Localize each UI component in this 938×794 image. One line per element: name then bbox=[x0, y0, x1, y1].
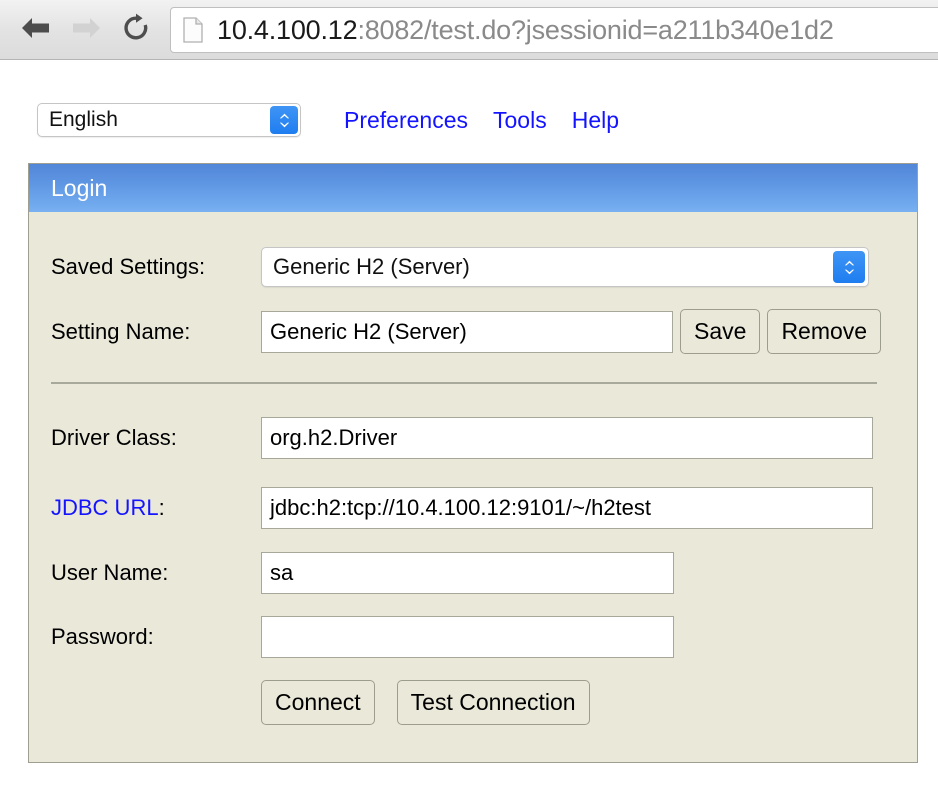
row-action-buttons: Connect Test Connection bbox=[261, 680, 590, 725]
jdbc-url-label-colon: : bbox=[158, 495, 165, 520]
row-saved-settings: Saved Settings: Generic H2 (Server) bbox=[51, 247, 869, 287]
chevron-up-icon bbox=[844, 260, 854, 265]
language-select[interactable]: English bbox=[37, 103, 301, 137]
row-password: Password: bbox=[51, 616, 674, 658]
password-input[interactable] bbox=[261, 616, 674, 658]
page-content: English Preferences Tools Help Login Sav… bbox=[0, 60, 938, 794]
chevron-down-icon bbox=[279, 122, 289, 127]
connect-button[interactable]: Connect bbox=[261, 680, 375, 725]
browser-chrome: 10.4.100.12:8082/test.do?jsessionid=a211… bbox=[0, 0, 938, 60]
back-button[interactable] bbox=[14, 9, 58, 51]
login-panel: Login Saved Settings: Generic H2 (Server… bbox=[28, 163, 918, 763]
reload-button[interactable] bbox=[114, 9, 158, 51]
remove-button[interactable]: Remove bbox=[767, 309, 882, 354]
setting-name-input[interactable]: Generic H2 (Server) bbox=[261, 310, 673, 353]
forward-button bbox=[64, 9, 108, 51]
link-help[interactable]: Help bbox=[572, 107, 619, 134]
link-preferences[interactable]: Preferences bbox=[344, 107, 468, 134]
saved-settings-label: Saved Settings: bbox=[51, 254, 206, 279]
language-select-value: English bbox=[49, 108, 118, 131]
url-bar[interactable]: 10.4.100.12:8082/test.do?jsessionid=a211… bbox=[170, 7, 938, 53]
saved-settings-select[interactable]: Generic H2 (Server) bbox=[261, 247, 869, 287]
chevron-down-icon bbox=[844, 269, 854, 274]
url-path: :8082/test.do?jsessionid=a211b340e1d2 bbox=[357, 14, 834, 45]
toolbar-links: Preferences Tools Help bbox=[344, 107, 619, 134]
user-name-label: User Name: bbox=[51, 560, 169, 585]
row-driver-class: Driver Class: org.h2.Driver bbox=[51, 417, 873, 459]
chevron-up-icon bbox=[279, 113, 289, 118]
test-connection-button[interactable]: Test Connection bbox=[396, 680, 590, 725]
driver-class-input[interactable]: org.h2.Driver bbox=[261, 417, 873, 459]
forward-arrow-icon bbox=[69, 15, 103, 46]
url-host: 10.4.100.12 bbox=[217, 14, 358, 45]
row-user-name: User Name: sa bbox=[51, 552, 674, 594]
row-jdbc-url: JDBC URL: jdbc:h2:tcp://10.4.100.12:9101… bbox=[51, 487, 873, 529]
browser-nav-buttons bbox=[14, 9, 158, 51]
save-button[interactable]: Save bbox=[680, 309, 761, 354]
jdbc-url-label[interactable]: JDBC URL: bbox=[51, 495, 261, 521]
saved-settings-stepper-arrows[interactable] bbox=[833, 251, 865, 283]
saved-settings-value: Generic H2 (Server) bbox=[273, 254, 470, 279]
url-text: 10.4.100.12:8082/test.do?jsessionid=a211… bbox=[217, 15, 834, 46]
page-toolbar: English Preferences Tools Help bbox=[37, 103, 619, 137]
section-divider bbox=[51, 382, 877, 384]
driver-class-label: Driver Class: bbox=[51, 425, 177, 450]
setting-name-label: Setting Name: bbox=[51, 318, 191, 344]
panel-title: Login bbox=[51, 174, 108, 201]
select-stepper-arrows[interactable] bbox=[270, 106, 298, 134]
reload-icon bbox=[121, 13, 151, 48]
back-arrow-icon bbox=[19, 15, 53, 46]
password-label: Password: bbox=[51, 624, 154, 649]
user-name-input[interactable]: sa bbox=[261, 552, 674, 594]
jdbc-url-input[interactable]: jdbc:h2:tcp://10.4.100.12:9101/~/h2test bbox=[261, 487, 873, 529]
login-panel-header: Login bbox=[29, 164, 917, 212]
row-setting-name: Setting Name: Generic H2 (Server) Save R… bbox=[51, 309, 882, 354]
jdbc-url-link[interactable]: JDBC URL bbox=[51, 495, 159, 520]
document-icon bbox=[183, 17, 203, 43]
link-tools[interactable]: Tools bbox=[493, 107, 547, 134]
